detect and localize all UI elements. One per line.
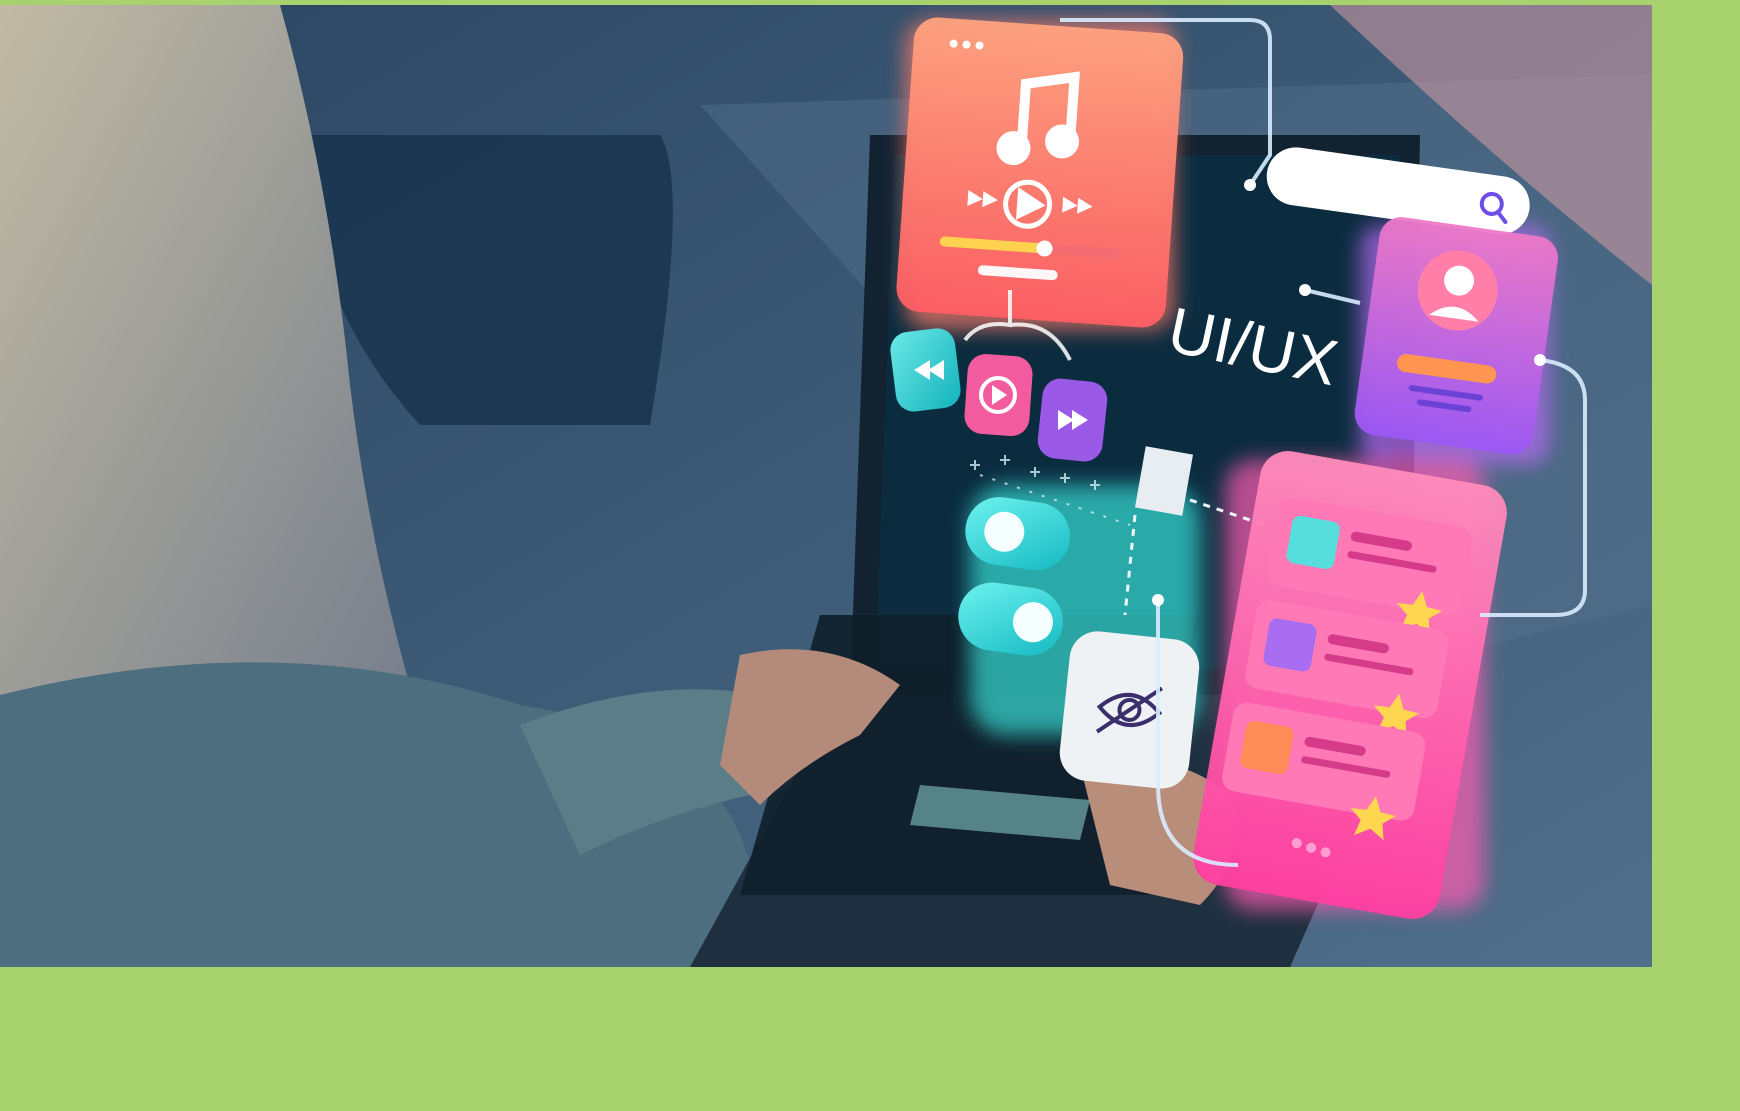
user-icon — [1240, 720, 1294, 775]
hero-photo: UI/UX — [0, 5, 1652, 967]
privacy-card — [1059, 631, 1200, 789]
profile-card — [1354, 217, 1558, 455]
user-icon — [1286, 515, 1340, 569]
page: UI/UX — [0, 0, 1740, 1111]
music-player-card — [896, 17, 1184, 328]
hero-illustration: UI/UX — [0, 5, 1652, 967]
user-icon — [1263, 618, 1317, 672]
